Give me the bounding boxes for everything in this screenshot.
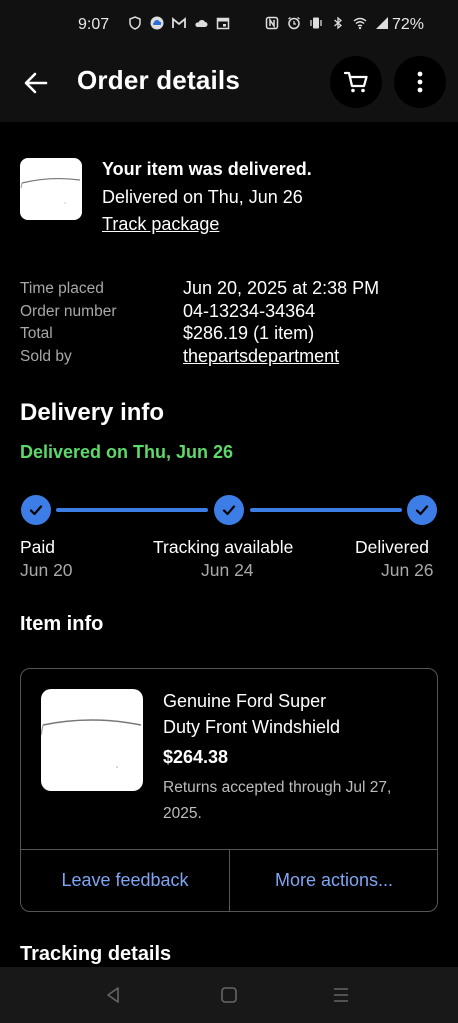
nav-menu-icon[interactable] [332, 986, 350, 1004]
alarm-icon [288, 16, 300, 30]
step-delivered-check [407, 495, 437, 525]
step-paid-check [21, 495, 51, 525]
returns-line-2: 2025. [163, 805, 202, 822]
seller-link[interactable]: thepartsdepartment [183, 346, 339, 367]
delivery-status-text: Delivered on Thu, Jun 26 [20, 442, 234, 462]
checkmark-icon [29, 505, 43, 516]
order-number-label: Order number [20, 303, 117, 320]
item-card: Genuine Ford Super Duty Front Windshield… [20, 668, 438, 912]
windshield-image [20, 177, 81, 204]
delivery-info-heading: Delivery info [20, 399, 165, 426]
leave-feedback-button[interactable]: Leave feedback [21, 849, 229, 911]
total-label: Total [20, 325, 53, 342]
total-value: $286.19 (1 item) [183, 323, 315, 343]
step-paid-label: Paid [20, 537, 56, 557]
cart-button[interactable] [330, 56, 382, 108]
sold-by-label: Sold by [20, 348, 72, 365]
system-icons [265, 16, 389, 30]
order-number-value: 04-13234-34364 [183, 301, 316, 321]
gmail-icon [172, 17, 186, 28]
more-vertical-icon [417, 71, 423, 93]
bluetooth-icon [334, 16, 343, 30]
arrow-left-icon [24, 72, 48, 94]
step-tracking-check [214, 495, 244, 525]
item-thumbnail-small[interactable] [20, 158, 82, 220]
cloud-icon [150, 16, 164, 30]
notification-icons [128, 16, 230, 30]
cloud-outline-icon [195, 20, 208, 27]
step-tracking-date: Jun 24 [201, 560, 254, 580]
signal-icon [376, 17, 388, 29]
step-delivered-label: Delivered [355, 537, 429, 557]
track-package-link[interactable]: Track package [102, 214, 219, 235]
nav-home-icon[interactable] [220, 986, 238, 1004]
nav-back-icon[interactable] [104, 986, 122, 1004]
back-button[interactable] [20, 67, 52, 99]
system-nav-bar [0, 967, 458, 1023]
checkmark-icon [222, 505, 236, 516]
time-placed-label: Time placed [20, 280, 104, 297]
windshield-image [41, 719, 142, 768]
tracking-details-heading: Tracking details [20, 943, 172, 965]
wifi-icon [353, 17, 367, 30]
item-thumbnail[interactable] [41, 689, 143, 791]
item-title-line-2: Duty Front Windshield [163, 717, 341, 737]
checkmark-icon [415, 505, 429, 516]
more-actions-button[interactable]: More actions... [230, 849, 438, 911]
vibrate-icon [310, 17, 322, 29]
app-bar: Order details [0, 52, 458, 122]
status-time: 9:07 [78, 16, 110, 33]
item-title-line-1: Genuine Ford Super [163, 691, 327, 711]
step-tracking-label: Tracking available [153, 537, 294, 557]
battery-level: 72% [392, 16, 425, 33]
time-placed-value: Jun 20, 2025 at 2:38 PM [183, 278, 380, 298]
page-title: Order details [77, 65, 240, 95]
returns-policy: Returns accepted through Jul 27, 2025. [163, 775, 423, 827]
item-info-heading: Item info [20, 613, 104, 635]
delivery-status-title: Your item was delivered. [102, 159, 312, 179]
progress-line-1 [56, 508, 208, 512]
step-paid-date: Jun 20 [20, 560, 73, 580]
more-options-button[interactable] [394, 56, 446, 108]
step-delivered-date: Jun 26 [381, 560, 434, 580]
status-bar: 9:07 72% [0, 0, 458, 52]
item-title[interactable]: Genuine Ford Super Duty Front Windshield [163, 688, 423, 740]
item-price: $264.38 [163, 747, 229, 767]
delivery-date: Delivered on Thu, Jun 26 [102, 187, 303, 207]
calendar-icon [216, 17, 230, 30]
nfc-icon [265, 16, 279, 30]
cart-icon [343, 71, 368, 93]
shield-icon [129, 16, 141, 30]
returns-line-1: Returns accepted through Jul 27, [163, 779, 392, 796]
progress-line-2 [250, 508, 402, 512]
